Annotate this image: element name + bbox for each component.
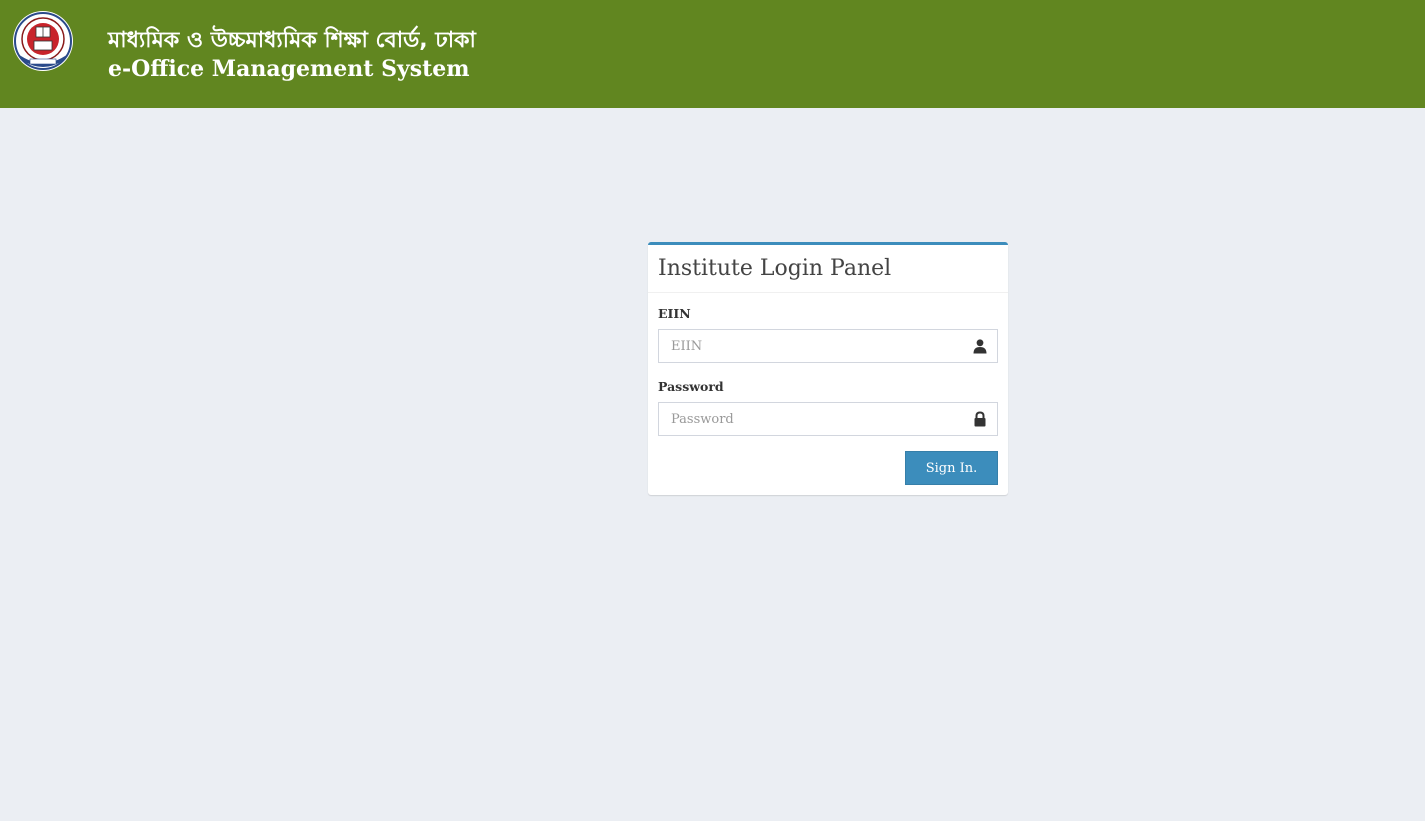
eiin-label: EIIN	[658, 306, 691, 321]
password-input[interactable]	[658, 402, 998, 436]
form-actions: Sign In.	[658, 451, 998, 485]
password-label: Password	[658, 379, 724, 394]
login-panel-header: Institute Login Panel	[648, 245, 1008, 293]
login-panel: Institute Login Panel EIIN Password Sign…	[648, 242, 1008, 495]
top-header-bar: মাধ্যমিক ও উচ্চমাধ্যমিক শিক্ষা বোর্ড, ঢা…	[0, 0, 1425, 108]
login-panel-title: Institute Login Panel	[658, 256, 892, 281]
site-title: মাধ্যমিক ও উচ্চমাধ্যমিক শিক্ষা বোর্ড, ঢা…	[108, 26, 476, 82]
board-name-bangla: মাধ্যমিক ও উচ্চমাধ্যমিক শিক্ষা বোর্ড, ঢা…	[108, 28, 476, 53]
eiin-input[interactable]	[658, 329, 998, 363]
lock-icon	[974, 411, 986, 427]
login-form: EIIN Password Sign In.	[648, 293, 1008, 495]
password-input-group	[658, 402, 998, 436]
user-icon	[973, 339, 987, 354]
system-name: e-Office Management System	[108, 56, 470, 82]
eiin-input-group	[658, 329, 998, 363]
sign-in-button[interactable]: Sign In.	[905, 451, 998, 485]
board-seal-logo	[13, 11, 73, 71]
